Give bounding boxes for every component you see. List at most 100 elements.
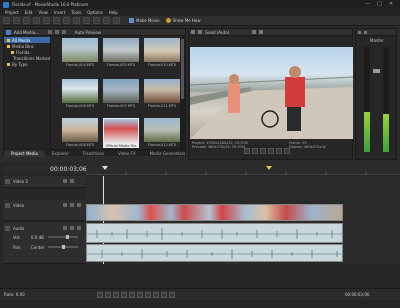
open-project-icon[interactable] xyxy=(13,17,20,24)
copy-icon[interactable] xyxy=(63,17,70,24)
tree-item-by-type[interactable]: By Type xyxy=(4,61,50,67)
prev-frame-icon[interactable] xyxy=(276,148,282,154)
playhead-marker[interactable] xyxy=(102,166,108,170)
add-media-icon[interactable] xyxy=(6,29,11,35)
menu-help[interactable]: Help xyxy=(109,10,118,15)
play-from-start-icon[interactable] xyxy=(113,292,119,298)
close-button[interactable]: ✕ xyxy=(389,1,393,7)
media-thumb[interactable]: Florida-010.MTS xyxy=(144,38,180,68)
mute-icon[interactable] xyxy=(63,203,67,207)
media-thumb[interactable]: Florida-007.MTS xyxy=(103,79,139,109)
tab-explorer[interactable]: Explorer xyxy=(45,150,76,157)
fx-icon[interactable] xyxy=(364,30,367,34)
audio-clip[interactable] xyxy=(86,223,344,243)
snap-icon[interactable] xyxy=(103,17,110,24)
loop-icon[interactable] xyxy=(105,292,111,298)
media-scrollbar[interactable] xyxy=(180,37,185,149)
volume-handle[interactable] xyxy=(66,235,69,239)
copy-snapshot-icon[interactable] xyxy=(252,30,257,34)
tab-project-media[interactable]: Project Media xyxy=(4,149,45,157)
loop-icon[interactable] xyxy=(244,148,250,154)
menu-tools[interactable]: Tools xyxy=(71,10,81,15)
tab-media-generators[interactable]: Media Generators xyxy=(143,150,193,157)
media-thumb[interactable]: Florida-006.MTS xyxy=(62,79,98,109)
solo-icon[interactable] xyxy=(70,179,74,183)
track-header-video[interactable]: Video xyxy=(3,200,86,221)
track-header-video2[interactable]: Video 2 xyxy=(3,176,86,188)
settings-icon[interactable] xyxy=(358,30,361,34)
pan-slider[interactable] xyxy=(48,245,78,249)
play-icon[interactable] xyxy=(252,148,258,154)
scrollbar-thumb[interactable] xyxy=(181,39,184,99)
make-movie-button[interactable]: Make Movie xyxy=(129,18,160,23)
media-toolbar: Add Media... Auto Preview xyxy=(4,29,185,36)
play-icon[interactable] xyxy=(121,292,127,298)
show-me-how-button[interactable]: Show Me How xyxy=(165,18,201,23)
go-to-end-icon[interactable] xyxy=(153,292,159,298)
delete-icon[interactable] xyxy=(83,17,90,24)
next-frame-icon[interactable] xyxy=(169,292,175,298)
media-thumb[interactable]: Florida-012.MTS xyxy=(144,118,180,148)
solo-icon[interactable] xyxy=(70,203,74,207)
redo-icon[interactable] xyxy=(43,17,50,24)
time-ruler[interactable] xyxy=(85,164,400,175)
expand-icon[interactable] xyxy=(5,203,10,208)
play-preview-icon[interactable] xyxy=(61,30,66,34)
record-icon[interactable] xyxy=(97,292,103,298)
properties-icon[interactable] xyxy=(54,30,59,34)
menu-options[interactable]: Options xyxy=(87,10,102,15)
media-thumb[interactable]: Florida-008.MTS xyxy=(62,118,98,148)
media-thumb[interactable]: Florida-011.MTS xyxy=(144,79,180,109)
save-icon[interactable] xyxy=(23,17,30,24)
pause-icon[interactable] xyxy=(129,292,135,298)
thumb-caption: Florida-006.MTS xyxy=(65,104,95,108)
lock-icon[interactable] xyxy=(113,17,120,24)
track-fx-icon[interactable] xyxy=(77,226,81,230)
media-thumb[interactable]: Florida-005.MTS xyxy=(103,38,139,68)
pan-handle[interactable] xyxy=(62,245,65,249)
split-screen-icon[interactable] xyxy=(198,30,202,34)
menu-insert[interactable]: Insert xyxy=(54,10,65,15)
track-header-audio[interactable]: Audio Vol: 0.0 dB Pan: Center xyxy=(3,223,86,264)
volume-slider[interactable] xyxy=(48,235,78,239)
master-fader-handle[interactable] xyxy=(373,69,380,73)
undo-icon[interactable] xyxy=(33,17,40,24)
mute-icon[interactable] xyxy=(63,226,67,230)
marker-icon[interactable] xyxy=(266,166,272,170)
menu-view[interactable]: View xyxy=(38,10,48,15)
video-clip[interactable] xyxy=(86,204,343,221)
expand-icon[interactable] xyxy=(5,226,10,231)
video-frame-drawing xyxy=(190,66,353,139)
menu-edit[interactable]: Edit xyxy=(25,10,33,15)
maximize-button[interactable]: □ xyxy=(377,1,382,7)
paste-icon[interactable] xyxy=(73,17,80,24)
menu-project[interactable]: Project xyxy=(5,10,19,15)
new-project-icon[interactable] xyxy=(3,17,10,24)
settings-icon[interactable] xyxy=(191,30,195,34)
minimize-button[interactable]: — xyxy=(365,1,370,7)
go-to-start-icon[interactable] xyxy=(145,292,151,298)
save-snapshot-icon[interactable] xyxy=(259,30,264,34)
solo-icon[interactable] xyxy=(70,226,74,230)
timeline-transport-bar: Rate: 0.00 00:00:03;06 xyxy=(0,288,400,300)
add-media-button[interactable]: Add Media... xyxy=(14,30,39,35)
tab-video-fx[interactable]: Video FX xyxy=(111,150,143,157)
tab-transitions[interactable]: Transitions xyxy=(76,150,111,157)
prev-frame-icon[interactable] xyxy=(161,292,167,298)
audio-clip-right-channel[interactable] xyxy=(86,244,344,262)
track-fx-icon[interactable] xyxy=(77,203,81,207)
expand-icon[interactable] xyxy=(5,179,10,184)
remove-icon[interactable] xyxy=(47,30,52,34)
trim-icon[interactable] xyxy=(93,17,100,24)
media-thumb-selected[interactable]: Official Media File xyxy=(103,118,139,148)
preview-quality-dropdown[interactable]: Good (Auto) xyxy=(205,30,229,35)
auto-preview-toggle[interactable]: Auto Preview xyxy=(75,30,101,35)
video-preview-panel: Good (Auto) Project: 1920x1080x32, 29.97… xyxy=(188,28,353,160)
stop-icon[interactable] xyxy=(268,148,274,154)
pause-icon[interactable] xyxy=(260,148,266,154)
mute-icon[interactable] xyxy=(63,179,67,183)
next-frame-icon[interactable] xyxy=(284,148,290,154)
stop-icon[interactable] xyxy=(137,292,143,298)
media-thumb[interactable]: Florida-004.MTS xyxy=(62,38,98,68)
cut-icon[interactable] xyxy=(53,17,60,24)
